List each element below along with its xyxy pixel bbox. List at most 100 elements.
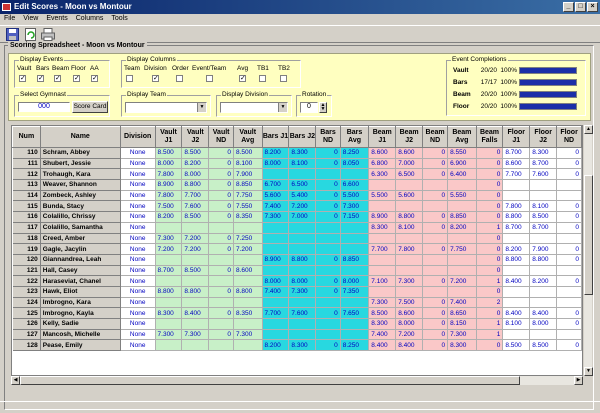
score-cell[interactable] <box>340 318 370 330</box>
column-header[interactable]: Bars J1 <box>261 126 290 148</box>
score-cell[interactable] <box>288 243 317 255</box>
score-cell[interactable]: None <box>120 339 156 352</box>
score-cell[interactable] <box>181 339 210 352</box>
score-cell[interactable] <box>340 329 370 341</box>
score-cell[interactable] <box>315 265 341 277</box>
refresh-button[interactable] <box>22 27 38 42</box>
score-cell[interactable]: 8.300 <box>155 307 183 319</box>
score-cell[interactable]: 8.800 <box>502 254 531 266</box>
score-cell[interactable]: 8.900 <box>155 179 183 191</box>
score-cell[interactable]: 0 <box>315 339 341 352</box>
score-cell[interactable]: 8.200 <box>181 158 210 170</box>
score-cell[interactable]: 7.100 <box>368 275 397 287</box>
score-cell[interactable] <box>181 297 210 309</box>
score-cell[interactable]: None <box>120 286 156 298</box>
score-cell[interactable] <box>315 243 341 255</box>
score-cell[interactable]: 7.400 <box>262 286 290 298</box>
score-cell[interactable]: 0 <box>208 179 234 191</box>
score-cell[interactable]: 7.350 <box>340 286 370 298</box>
score-cell[interactable]: 0 <box>556 275 582 287</box>
score-cell[interactable] <box>208 318 234 330</box>
column-header[interactable]: Bars ND <box>315 126 341 148</box>
score-cell[interactable]: 7.900 <box>529 243 558 255</box>
score-cell[interactable] <box>422 200 449 213</box>
score-cell[interactable]: 0 <box>556 222 582 234</box>
score-cell[interactable]: 0 <box>208 329 234 341</box>
score-cell[interactable]: 8.800 <box>529 254 558 266</box>
score-cell[interactable]: 0 <box>556 307 582 319</box>
score-cell[interactable]: 0 <box>476 254 504 266</box>
score-cell[interactable]: None <box>120 179 156 191</box>
score-cell[interactable] <box>556 233 582 245</box>
score-cell[interactable] <box>262 168 290 181</box>
score-cell[interactable]: 8.500 <box>155 147 183 159</box>
score-cell[interactable]: 8.300 <box>447 339 477 352</box>
score-cell[interactable]: None <box>120 318 156 330</box>
score-cell[interactable]: 8.200 <box>447 222 477 234</box>
scroll-right-arrow[interactable]: ▶ <box>574 376 583 385</box>
score-cell[interactable] <box>155 222 183 234</box>
score-cell[interactable]: 0 <box>476 243 504 255</box>
score-cell[interactable]: 7.200 <box>181 243 210 255</box>
floor-checkbox[interactable]: ✓ <box>73 75 80 82</box>
score-cell[interactable]: None <box>120 222 156 234</box>
save-button[interactable] <box>4 27 20 42</box>
score-cell[interactable] <box>262 297 290 309</box>
score-cell[interactable] <box>447 254 477 266</box>
score-cell[interactable]: 7.200 <box>155 243 183 255</box>
column-header[interactable]: Bars J2 <box>288 126 317 148</box>
score-cell[interactable] <box>502 286 531 298</box>
score-cell[interactable]: 7.000 <box>395 158 424 170</box>
score-cell[interactable]: 8.700 <box>502 222 531 234</box>
score-cell[interactable]: 8.700 <box>155 265 183 277</box>
score-cell[interactable] <box>395 286 424 298</box>
score-cell[interactable] <box>208 254 234 266</box>
score-cell[interactable] <box>502 179 531 191</box>
score-cell[interactable]: None <box>120 297 156 309</box>
score-cell[interactable]: 0 <box>556 243 582 255</box>
score-cell[interactable]: 0 <box>422 243 449 255</box>
score-cell[interactable]: 8.100 <box>502 318 531 330</box>
score-cell[interactable]: 8.800 <box>155 286 183 298</box>
score-cell[interactable]: 8.500 <box>181 265 210 277</box>
score-cell[interactable] <box>529 233 558 245</box>
score-cell[interactable]: 0 <box>476 339 504 352</box>
column-header[interactable]: Beam Falls <box>475 126 504 148</box>
score-cell[interactable]: 6.800 <box>368 158 397 170</box>
order-checkbox[interactable] <box>176 75 183 82</box>
score-cell[interactable]: 5.400 <box>288 190 317 202</box>
score-cell[interactable]: 7.800 <box>502 200 531 213</box>
maximize-button[interactable]: □ <box>575 2 586 12</box>
score-cell[interactable]: 8.250 <box>340 147 370 159</box>
bars-checkbox[interactable]: ✓ <box>37 75 44 82</box>
score-cell[interactable]: 1 <box>476 275 504 287</box>
team-checkbox[interactable] <box>126 75 133 82</box>
score-cell[interactable]: 8.400 <box>368 339 397 352</box>
score-cell[interactable] <box>208 275 234 287</box>
score-cell[interactable]: 1 <box>476 222 504 234</box>
score-cell[interactable] <box>233 297 263 309</box>
score-cell[interactable]: 7.700 <box>368 243 397 255</box>
score-cell[interactable]: 8.200 <box>262 147 290 159</box>
score-cell[interactable]: None <box>120 275 156 287</box>
score-cell[interactable]: 7.300 <box>155 329 183 341</box>
rotation-spinner[interactable]: ▲ ▼ <box>319 102 327 113</box>
score-cell[interactable] <box>422 233 449 245</box>
score-cell[interactable]: 8.300 <box>368 222 397 234</box>
score-cell[interactable] <box>529 179 558 191</box>
score-cell[interactable]: None <box>120 190 156 202</box>
score-cell[interactable]: 0 <box>556 168 582 181</box>
score-cell[interactable] <box>395 179 424 191</box>
score-cell[interactable]: 8.600 <box>368 147 397 159</box>
score-cell[interactable]: 1 <box>476 318 504 330</box>
score-cell[interactable]: 7.500 <box>155 200 183 213</box>
score-cell[interactable]: 8.900 <box>368 211 397 223</box>
score-cell[interactable]: 8.400 <box>395 339 424 352</box>
score-cell[interactable]: 0 <box>556 158 582 170</box>
score-card-button[interactable]: Score Card <box>72 101 108 113</box>
score-cell[interactable]: 8.350 <box>233 307 263 319</box>
display-division-select[interactable]: ▼ <box>220 102 288 113</box>
score-cell[interactable] <box>181 275 210 287</box>
score-cell[interactable]: 8.700 <box>502 147 531 159</box>
score-cell[interactable]: 0 <box>556 211 582 223</box>
